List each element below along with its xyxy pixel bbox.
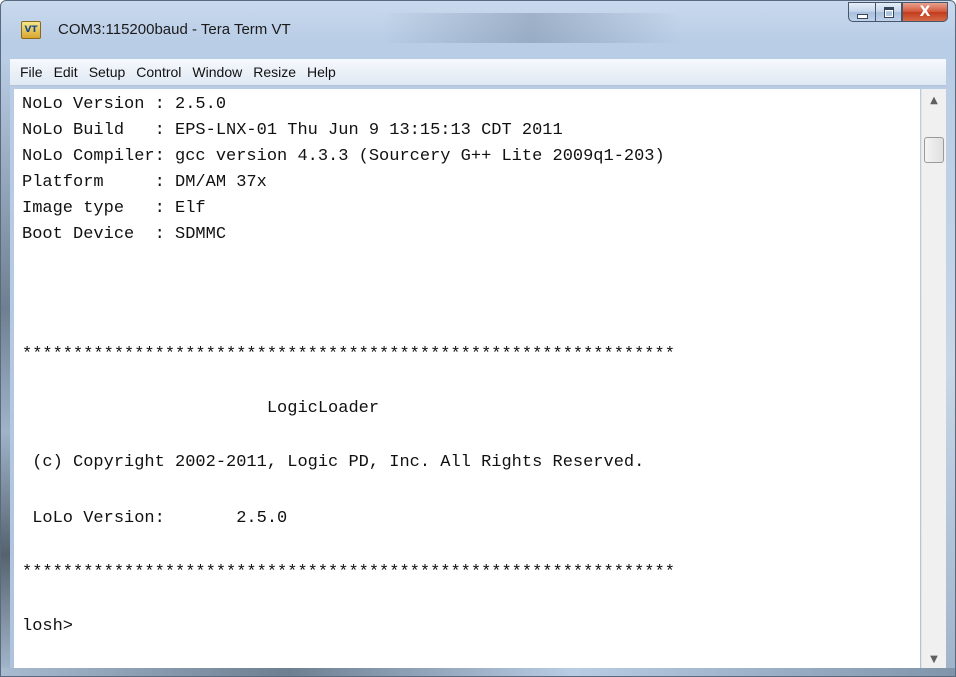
title-glass-glow	[381, 13, 681, 43]
menu-setup[interactable]: Setup	[84, 64, 132, 80]
tera-term-app-icon[interactable]: VT	[21, 21, 41, 39]
terminal-line-lolo-version: LoLo Version: 2.5.0	[22, 509, 288, 528]
menu-window[interactable]: Window	[187, 64, 248, 80]
terminal-line-image-type: Image type : Elf	[22, 199, 206, 218]
title-bar[interactable]: VT COM3:115200baud - Tera Term VT X	[1, 1, 955, 59]
window-title: COM3:115200baud - Tera Term VT	[58, 21, 291, 38]
menu-edit[interactable]: Edit	[49, 64, 84, 80]
terminal-line-boot-device: Boot Device : SDMMC	[22, 225, 227, 244]
menu-bar: File Edit Setup Control Window Resize He…	[10, 59, 946, 86]
terminal-line-copyright: (c) Copyright 2002-2011, Logic PD, Inc. …	[22, 453, 645, 472]
scroll-up-arrow-icon[interactable]: ▲	[922, 89, 946, 111]
scroll-down-arrow-icon[interactable]: ▼	[922, 648, 946, 670]
window-frame-right	[946, 61, 955, 676]
tera-term-window: VT COM3:115200baud - Tera Term VT X File…	[0, 0, 956, 677]
terminal-line-separator-top: ****************************************…	[22, 345, 675, 364]
terminal-line-nolo-version: NoLo Version : 2.5.0	[22, 95, 227, 114]
menu-file[interactable]: File	[15, 64, 49, 80]
menu-resize[interactable]: Resize	[248, 64, 302, 80]
close-button[interactable]: X	[902, 2, 948, 22]
maximize-button[interactable]	[875, 2, 902, 22]
window-frame-left	[1, 61, 10, 676]
terminal-line-platform: Platform : DM/AM 37x	[22, 173, 267, 192]
minimize-icon	[856, 13, 868, 19]
terminal-line-nolo-compiler: NoLo Compiler: gcc version 4.3.3 (Source…	[22, 147, 665, 166]
menu-help[interactable]: Help	[302, 64, 342, 80]
terminal-line-nolo-build: NoLo Build : EPS-LNX-01 Thu Jun 9 13:15:…	[22, 121, 563, 140]
maximize-icon	[883, 6, 894, 18]
terminal-line-logicloader: LogicLoader	[22, 399, 380, 418]
terminal-screen[interactable]: NoLo Version : 2.5.0 NoLo Build : EPS-LN…	[14, 89, 920, 670]
minimize-button[interactable]	[848, 2, 875, 22]
terminal-prompt[interactable]: losh>	[22, 617, 73, 637]
window-frame-bottom	[1, 668, 955, 676]
caption-buttons: X	[848, 2, 948, 22]
vertical-scrollbar[interactable]: ▲ ▼	[921, 89, 946, 670]
terminal-line-separator-bottom: ****************************************…	[22, 563, 675, 582]
menu-control[interactable]: Control	[131, 64, 187, 80]
close-icon: X	[919, 4, 931, 20]
scroll-thumb[interactable]	[924, 137, 944, 163]
